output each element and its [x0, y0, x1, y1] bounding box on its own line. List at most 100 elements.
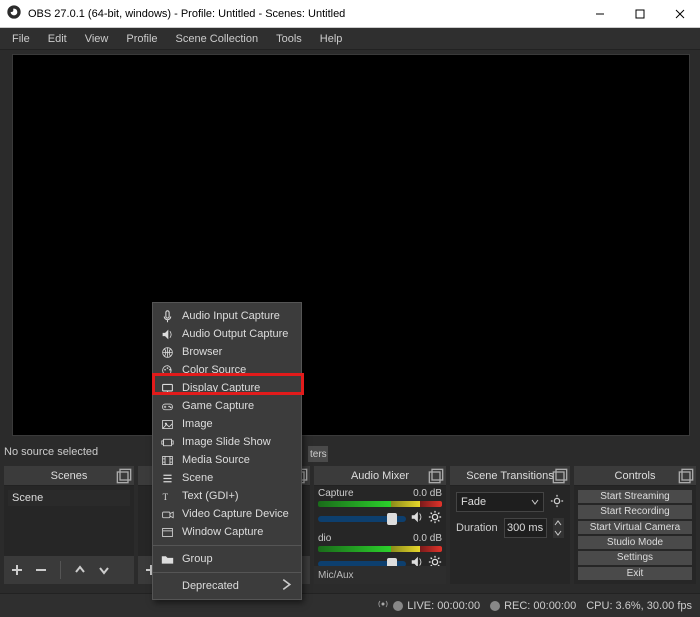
menu-item-label: Group	[182, 553, 213, 565]
start-streaming-button[interactable]: Start Streaming	[578, 490, 692, 503]
menu-item-image[interactable]: Image	[153, 415, 301, 433]
preview-canvas[interactable]	[12, 54, 690, 436]
controls-popout-icon[interactable]	[678, 468, 694, 484]
menu-item-label: Media Source	[182, 454, 250, 466]
broadcast-icon	[377, 598, 389, 613]
vu-meter	[318, 546, 442, 552]
volume-slider[interactable]	[318, 516, 406, 522]
track-level: 0.0 dB	[413, 533, 442, 544]
menu-item-game-capture[interactable]: Game Capture	[153, 397, 301, 415]
menu-item-label: Color Source	[182, 364, 246, 376]
menu-item-label: Scene	[182, 472, 213, 484]
menu-scene-collection[interactable]: Scene Collection	[168, 31, 267, 47]
menu-item-media-source[interactable]: Media Source	[153, 451, 301, 469]
speaker-icon[interactable]	[410, 510, 424, 527]
menu-item-group[interactable]: Group	[153, 550, 301, 568]
menu-help[interactable]: Help	[312, 31, 351, 47]
audio-mixer-panel: Audio Mixer Capture0.0 dB dio 0.0 dB	[314, 466, 446, 584]
menu-item-label: Game Capture	[182, 400, 254, 412]
speaker-icon[interactable]	[410, 555, 424, 566]
status-live: LIVE: 00:00:00	[407, 600, 480, 612]
menu-item-scene[interactable]: Scene	[153, 469, 301, 487]
menu-item-window-capture[interactable]: Window Capture	[153, 523, 301, 541]
filters-button-fragment[interactable]: ters	[308, 446, 328, 462]
transitions-popout-icon[interactable]	[552, 468, 568, 484]
menu-item-label: Audio Output Capture	[182, 328, 288, 340]
svg-text:T: T	[163, 491, 169, 501]
mixer-title: Audio Mixer	[351, 470, 409, 482]
controls-panel: Controls Start Streaming Start Recording…	[574, 466, 696, 584]
track-name: dio	[318, 533, 331, 544]
scene-down-button[interactable]	[97, 563, 111, 577]
live-dot-icon	[393, 601, 403, 611]
scene-up-button[interactable]	[73, 563, 87, 577]
studio-mode-button[interactable]: Studio Mode	[578, 536, 692, 549]
mixer-popout-icon[interactable]	[428, 468, 444, 484]
minimize-button[interactable]	[580, 0, 620, 28]
transition-value: Fade	[461, 496, 486, 508]
vu-meter	[318, 501, 442, 507]
menu-item-label: Display Capture	[182, 382, 260, 394]
close-button[interactable]	[660, 0, 700, 28]
menu-item-label: Video Capture Device	[182, 508, 289, 520]
add-source-menu: Audio Input Capture Audio Output Capture B…	[152, 302, 302, 600]
menu-item-label: Text (GDI+)	[182, 490, 239, 502]
folder-icon	[161, 553, 174, 566]
duration-input[interactable]: 300 ms	[504, 518, 547, 538]
menu-tools[interactable]: Tools	[268, 31, 310, 47]
menu-item-audio-input-capture[interactable]: Audio Input Capture	[153, 307, 301, 325]
start-recording-button[interactable]: Start Recording	[578, 505, 692, 518]
transition-gear-icon[interactable]	[550, 494, 564, 511]
status-rec: REC: 00:00:00	[504, 600, 576, 612]
mixer-track: Capture0.0 dB	[318, 488, 442, 527]
menu-file[interactable]: File	[4, 31, 38, 47]
menu-item-image-slide-show[interactable]: Image Slide Show	[153, 433, 301, 451]
menu-item-audio-output-capture[interactable]: Audio Output Capture	[153, 325, 301, 343]
scenes-popout-icon[interactable]	[116, 468, 132, 484]
menu-item-label: Window Capture	[182, 526, 263, 538]
chevron-down-icon	[531, 496, 539, 508]
duration-stepper[interactable]	[553, 518, 564, 538]
scenes-panel: Scenes Scene	[4, 466, 134, 584]
volume-slider[interactable]	[318, 561, 406, 567]
gear-icon[interactable]	[428, 555, 442, 566]
start-virtual-camera-button[interactable]: Start Virtual Camera	[578, 521, 692, 534]
camera-icon	[161, 508, 174, 521]
scene-add-button[interactable]	[10, 563, 24, 577]
menu-item-browser[interactable]: Browser	[153, 343, 301, 361]
menu-item-text-gdi-[interactable]: T Text (GDI+)	[153, 487, 301, 505]
no-source-label: No source selected	[4, 446, 98, 458]
menu-edit[interactable]: Edit	[40, 31, 75, 47]
menu-profile[interactable]: Profile	[118, 31, 165, 47]
menu-item-label: Deprecated	[182, 580, 239, 592]
exit-button[interactable]: Exit	[578, 567, 692, 580]
list-icon	[161, 472, 174, 485]
chevron-up-icon[interactable]	[553, 518, 564, 528]
mixer-footer-label: Mic/Aux	[314, 566, 446, 584]
window-icon	[161, 526, 174, 539]
scene-remove-button[interactable]	[34, 563, 48, 577]
mixer-track: dio 0.0 dB	[318, 533, 442, 566]
track-name: Capture	[318, 488, 354, 499]
image-icon	[161, 418, 174, 431]
palette-icon	[161, 364, 174, 377]
rec-dot-icon	[490, 601, 500, 611]
mic-icon	[161, 310, 174, 323]
transition-select[interactable]: Fade	[456, 492, 544, 512]
settings-button[interactable]: Settings	[578, 551, 692, 564]
menu-item-display-capture[interactable]: Display Capture	[153, 379, 301, 397]
status-bar: LIVE: 00:00:00 REC: 00:00:00 CPU: 3.6%, …	[0, 593, 700, 617]
maximize-button[interactable]	[620, 0, 660, 28]
gear-icon[interactable]	[428, 510, 442, 527]
menu-item-label: Image Slide Show	[182, 436, 271, 448]
menu-item-deprecated[interactable]: Deprecated	[153, 577, 301, 595]
scene-item[interactable]: Scene	[8, 490, 130, 506]
speaker-icon	[161, 328, 174, 341]
menu-item-color-source[interactable]: Color Source	[153, 361, 301, 379]
chevron-down-icon[interactable]	[553, 528, 564, 538]
menu-item-video-capture-device[interactable]: Video Capture Device	[153, 505, 301, 523]
transitions-title: Scene Transitions	[466, 470, 553, 482]
transitions-panel: Scene Transitions Fade Duration 300 ms	[450, 466, 570, 584]
menu-view[interactable]: View	[77, 31, 117, 47]
menu-item-label: Audio Input Capture	[182, 310, 280, 322]
